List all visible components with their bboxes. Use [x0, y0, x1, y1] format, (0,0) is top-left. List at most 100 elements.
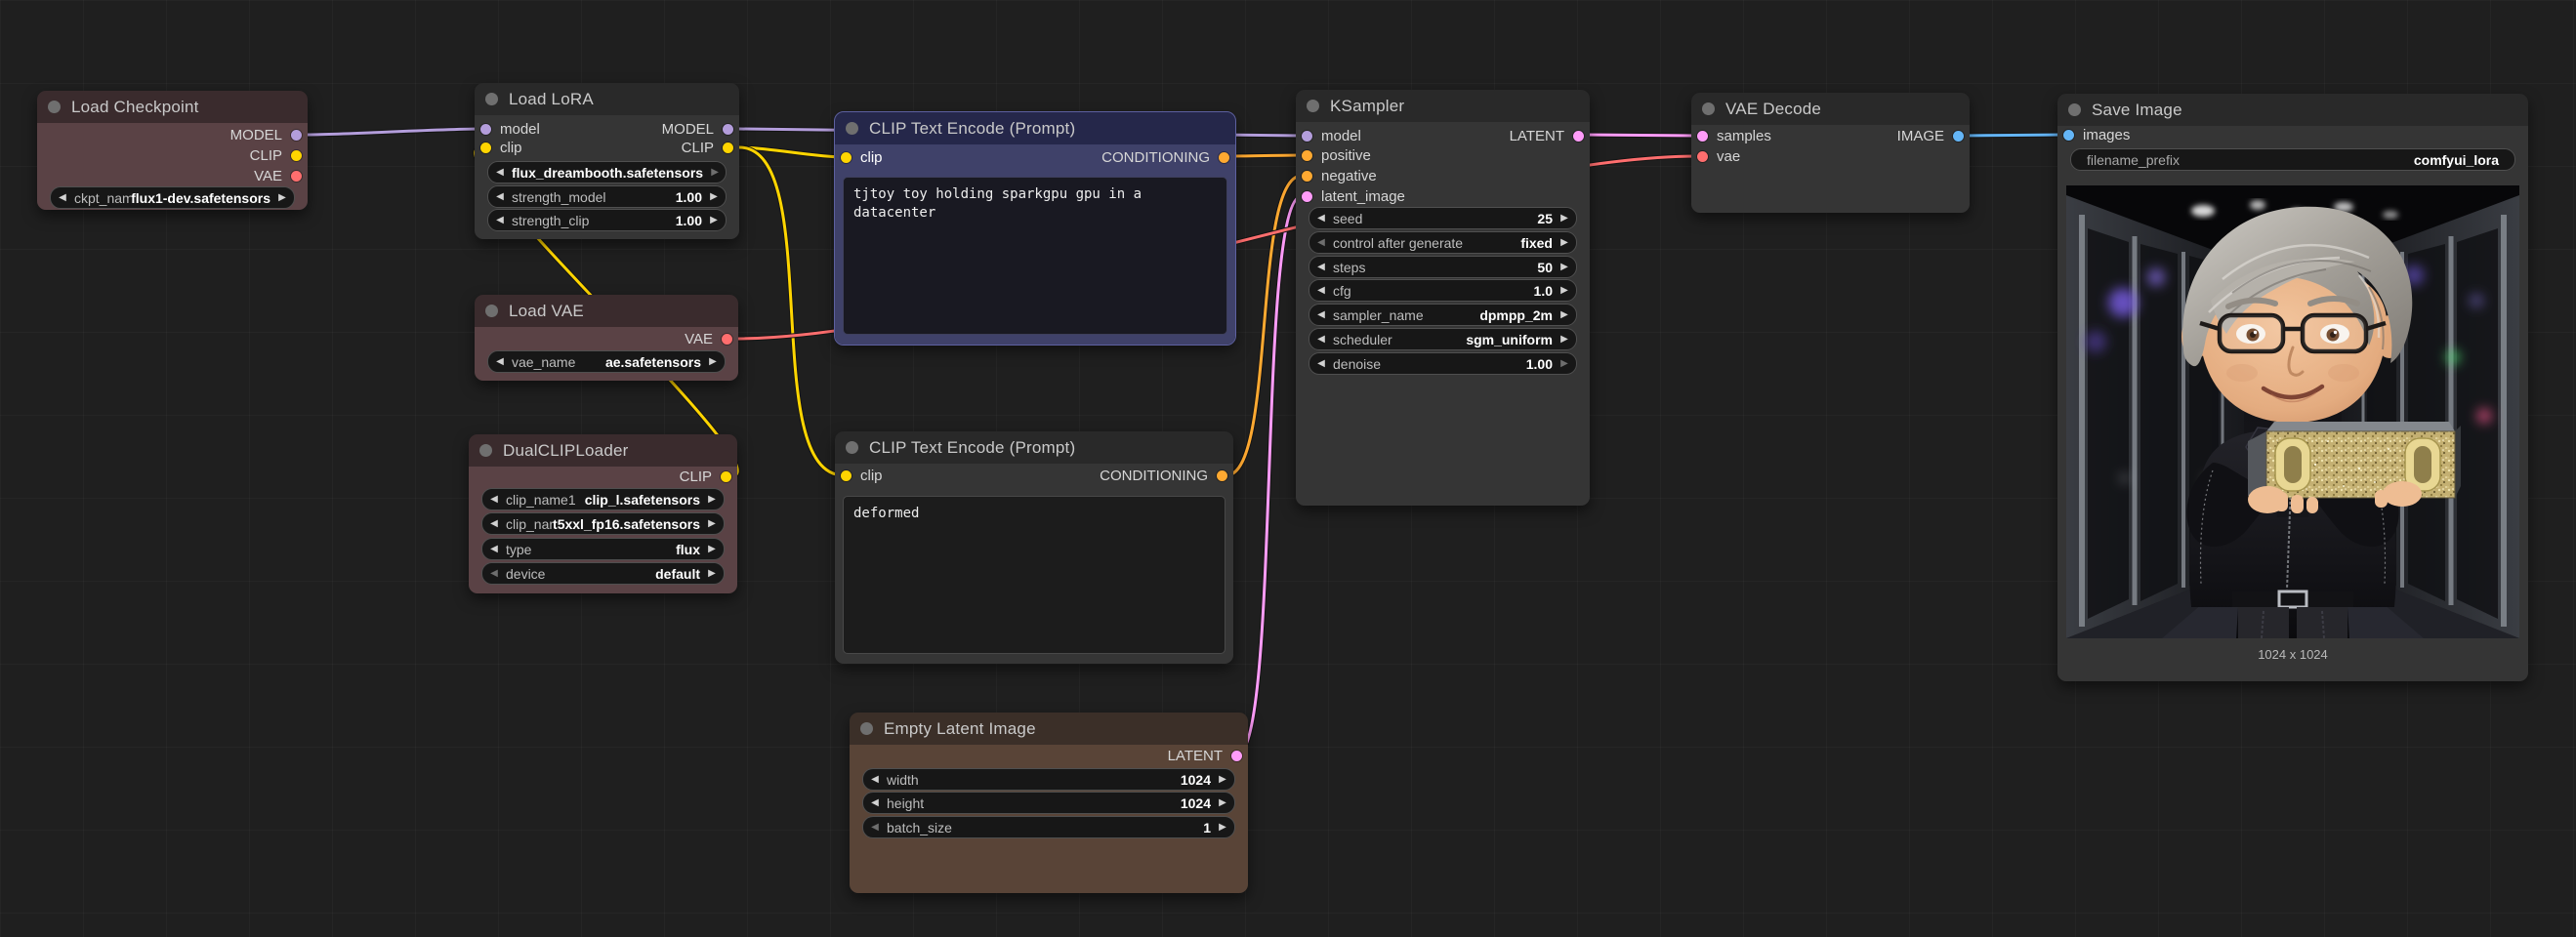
widget-control-after-generate[interactable]: ◀ control after generate fixed ▶ [1309, 231, 1577, 254]
input-model[interactable]: model [480, 119, 540, 139]
collapse-dot-icon[interactable] [479, 444, 492, 457]
arrow-right-icon[interactable]: ▶ [270, 192, 294, 203]
input-vae[interactable]: vae [1697, 146, 1740, 166]
arrow-left-icon[interactable]: ◀ [1309, 358, 1333, 369]
widget-steps[interactable]: ◀ steps 50 ▶ [1309, 256, 1577, 278]
arrow-left-icon[interactable]: ◀ [482, 518, 506, 529]
input-clip[interactable]: clip [841, 147, 883, 167]
arrow-left-icon[interactable]: ◀ [863, 774, 887, 785]
widget-clip-name2[interactable]: ◀ clip_nam ... t5xxl_fp16.safetensors ▶ [481, 512, 725, 535]
vae-port-icon[interactable] [291, 171, 302, 182]
input-negative[interactable]: negative [1302, 166, 1377, 185]
collapse-dot-icon[interactable] [485, 305, 498, 317]
collapse-dot-icon[interactable] [846, 122, 858, 135]
widget-width[interactable]: ◀ width 1024 ▶ [862, 768, 1235, 791]
widget-lora-name[interactable]: ◀ lor ... flux_dreambooth.safetensors ▶ [487, 161, 727, 183]
arrow-left-icon[interactable]: ◀ [51, 192, 74, 203]
collapse-dot-icon[interactable] [846, 441, 858, 454]
node-title-bar[interactable]: CLIP Text Encode (Prompt) [835, 112, 1235, 144]
arrow-right-icon[interactable]: ▶ [1553, 237, 1576, 248]
arrow-left-icon[interactable]: ◀ [863, 797, 887, 808]
widget-height[interactable]: ◀ height 1024 ▶ [862, 792, 1235, 814]
widget-denoise[interactable]: ◀ denoise 1.00 ▶ [1309, 352, 1577, 375]
collapse-dot-icon[interactable] [485, 93, 498, 105]
latent-port-icon[interactable] [1302, 191, 1312, 202]
widget-cfg[interactable]: ◀ cfg 1.0 ▶ [1309, 279, 1577, 302]
arrow-left-icon[interactable]: ◀ [1309, 262, 1333, 272]
widget-scheduler[interactable]: ◀ scheduler sgm_uniform ▶ [1309, 328, 1577, 350]
conditioning-port-icon[interactable] [1302, 150, 1312, 161]
arrow-left-icon[interactable]: ◀ [1309, 285, 1333, 296]
arrow-right-icon[interactable]: ▶ [702, 191, 726, 202]
output-vae[interactable]: VAE [685, 329, 732, 348]
clip-port-icon[interactable] [723, 143, 733, 153]
node-graph-canvas[interactable]: Load Checkpoint MODEL CLIP VAE ◀ ckpt_na… [0, 0, 2576, 937]
widget-batch-size[interactable]: ◀ batch_size 1 ▶ [862, 816, 1235, 838]
model-port-icon[interactable] [723, 124, 733, 135]
arrow-left-icon[interactable]: ◀ [1309, 309, 1333, 320]
clip-port-icon[interactable] [841, 152, 852, 163]
arrow-right-icon[interactable]: ▶ [700, 518, 724, 529]
collapse-dot-icon[interactable] [860, 722, 873, 735]
widget-device[interactable]: ◀ device default ▶ [481, 562, 725, 585]
arrow-right-icon[interactable]: ▶ [1553, 213, 1576, 224]
arrow-left-icon[interactable]: ◀ [482, 494, 506, 505]
node-title-bar[interactable]: Load VAE [475, 295, 738, 327]
input-positive[interactable]: positive [1302, 145, 1371, 165]
widget-strength-model[interactable]: ◀ strength_model 1.00 ▶ [487, 185, 727, 208]
model-port-icon[interactable] [291, 130, 302, 141]
node-title-bar[interactable]: KSampler [1296, 90, 1590, 122]
arrow-right-icon[interactable]: ▶ [1553, 334, 1576, 345]
node-title-bar[interactable]: Empty Latent Image [850, 713, 1248, 745]
arrow-left-icon[interactable]: ◀ [1309, 334, 1333, 345]
latent-port-icon[interactable] [1231, 751, 1242, 761]
clip-port-icon[interactable] [721, 471, 731, 482]
node-title-bar[interactable]: CLIP Text Encode (Prompt) [835, 431, 1233, 464]
clip-port-icon[interactable] [291, 150, 302, 161]
latent-port-icon[interactable] [1697, 131, 1708, 142]
arrow-right-icon[interactable]: ▶ [700, 568, 724, 579]
prompt-textarea[interactable]: deformed [843, 496, 1226, 654]
collapse-dot-icon[interactable] [1307, 100, 1319, 112]
output-model[interactable]: MODEL [662, 119, 733, 139]
vae-port-icon[interactable] [1697, 151, 1708, 162]
collapse-dot-icon[interactable] [2068, 103, 2081, 116]
widget-sampler-name[interactable]: ◀ sampler_name dpmpp_2m ▶ [1309, 304, 1577, 326]
input-model[interactable]: model [1302, 126, 1361, 145]
arrow-left-icon[interactable]: ◀ [488, 167, 512, 178]
input-images[interactable]: images [2063, 125, 2130, 144]
output-image[interactable]: IMAGE [1897, 126, 1964, 145]
conditioning-port-icon[interactable] [1302, 171, 1312, 182]
widget-filename-prefix[interactable]: filename_prefix comfyui_lora [2070, 148, 2515, 171]
arrow-left-icon[interactable]: ◀ [488, 191, 512, 202]
conditioning-port-icon[interactable] [1217, 470, 1227, 481]
model-port-icon[interactable] [480, 124, 491, 135]
output-clip[interactable]: CLIP [250, 145, 302, 165]
widget-seed[interactable]: ◀ seed 25 ▶ [1309, 207, 1577, 229]
prompt-textarea[interactable]: tjtoy toy holding sparkgpu gpu in a data… [843, 177, 1227, 335]
node-title-bar[interactable]: Save Image [2057, 94, 2528, 126]
arrow-left-icon[interactable]: ◀ [1309, 237, 1333, 248]
arrow-right-icon[interactable]: ▶ [1553, 262, 1576, 272]
latent-port-icon[interactable] [1573, 131, 1584, 142]
arrow-right-icon[interactable]: ▶ [700, 494, 724, 505]
collapse-dot-icon[interactable] [1702, 102, 1715, 115]
input-clip[interactable]: clip [480, 138, 522, 157]
arrow-right-icon[interactable]: ▶ [1553, 285, 1576, 296]
widget-type[interactable]: ◀ type flux ▶ [481, 538, 725, 560]
arrow-right-icon[interactable]: ▶ [1553, 358, 1576, 369]
widget-strength-clip[interactable]: ◀ strength_clip 1.00 ▶ [487, 209, 727, 231]
widget-clip-name1[interactable]: ◀ clip_name1 clip_l.safetensors ▶ [481, 488, 725, 510]
clip-port-icon[interactable] [841, 470, 852, 481]
arrow-left-icon[interactable]: ◀ [482, 544, 506, 554]
clip-port-icon[interactable] [480, 143, 491, 153]
input-samples[interactable]: samples [1697, 126, 1771, 145]
output-model[interactable]: MODEL [230, 125, 302, 144]
node-title-bar[interactable]: VAE Decode [1691, 93, 1970, 125]
model-port-icon[interactable] [1302, 131, 1312, 142]
output-conditioning[interactable]: CONDITIONING [1100, 466, 1227, 485]
generated-image-preview[interactable] [2066, 185, 2519, 638]
output-latent[interactable]: LATENT [1510, 126, 1584, 145]
output-latent[interactable]: LATENT [1168, 746, 1242, 765]
arrow-right-icon[interactable]: ▶ [1211, 797, 1234, 808]
